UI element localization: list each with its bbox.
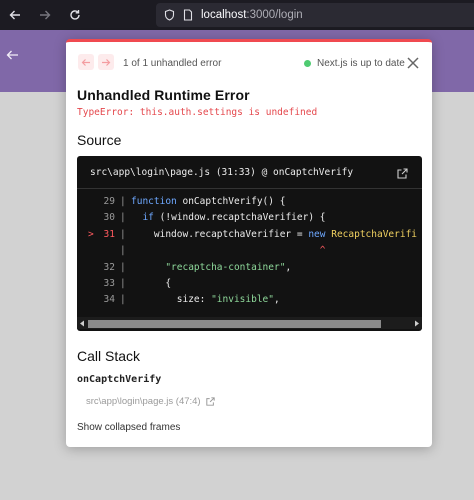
gutter-separator: | xyxy=(120,294,126,306)
gutter-separator: | xyxy=(120,212,126,224)
back-arrow-icon xyxy=(6,50,18,60)
code-line: >31 | window.recaptchaVerifier = new Reca… xyxy=(77,229,422,245)
error-line-marker: > xyxy=(88,228,94,240)
scrollbar-thumb[interactable] xyxy=(88,320,381,328)
gutter-separator: | xyxy=(120,278,126,289)
browser-reload-button[interactable] xyxy=(64,4,86,26)
gutter-separator: | xyxy=(120,245,126,257)
prev-error-button[interactable] xyxy=(78,54,94,70)
browser-toolbar: localhost:3000/login xyxy=(0,0,474,30)
code-text: size: "invisible", xyxy=(131,294,280,306)
open-in-editor-button[interactable] xyxy=(397,166,408,184)
code-text: window.recaptchaVerifier = new Recaptcha… xyxy=(131,228,418,240)
call-stack-heading: Call Stack xyxy=(77,348,141,364)
code-line: | ^ xyxy=(77,245,422,261)
show-collapsed-frames-button[interactable]: Show collapsed frames xyxy=(77,422,180,433)
line-number: 31 xyxy=(103,228,115,240)
error-title: Unhandled Runtime Error xyxy=(77,87,250,103)
scroll-left-icon xyxy=(80,320,84,327)
status-dot xyxy=(304,60,311,67)
code-line: 34 | size: "invisible", xyxy=(77,294,422,310)
line-number: 33 xyxy=(103,278,115,289)
forward-arrow-icon xyxy=(40,10,51,20)
page-icon xyxy=(183,9,193,21)
line-number: 30 xyxy=(103,212,115,224)
stack-frame-location[interactable]: src\app\login\page.js (47:4) xyxy=(86,396,215,407)
scroll-right-icon xyxy=(415,320,419,327)
source-heading: Source xyxy=(77,132,122,148)
url-bar[interactable]: localhost:3000/login xyxy=(156,3,474,27)
code-text: function onCaptchVerify() { xyxy=(131,196,286,207)
code-line: 33 | { xyxy=(77,278,422,294)
line-number: 32 xyxy=(103,261,115,273)
code-frame-file: src\app\login\page.js (31:33) @ onCaptch… xyxy=(90,167,354,178)
external-link-icon xyxy=(205,397,215,406)
page-back-button[interactable] xyxy=(6,48,19,66)
code-line: 29 | function onCaptchVerify() { xyxy=(77,196,422,212)
gutter-separator: | xyxy=(120,196,126,207)
next-error-icon xyxy=(102,58,111,66)
stack-frame-location-text: src\app\login\page.js (47:4) xyxy=(86,396,201,407)
gutter-separator: | xyxy=(120,228,126,240)
code-text: if (!window.recaptchaVerifier) { xyxy=(142,212,326,224)
url-text: localhost:3000/login xyxy=(201,9,303,21)
code-frame-header: src\app\login\page.js (31:33) @ onCaptch… xyxy=(77,156,422,189)
line-number: 29 xyxy=(103,196,115,207)
prev-error-icon xyxy=(81,58,90,66)
back-arrow-icon xyxy=(9,10,20,20)
external-link-icon xyxy=(397,168,408,179)
version-status-text: Next.js is up to date xyxy=(317,58,405,69)
reload-icon xyxy=(70,10,80,20)
browser-back-button[interactable] xyxy=(4,4,26,26)
error-pager xyxy=(78,54,114,70)
stack-frame-function: onCaptchVerify xyxy=(77,374,162,385)
code-horizontal-scrollbar[interactable] xyxy=(77,317,422,329)
error-message: TypeError: this.auth.settings is undefin… xyxy=(77,107,318,118)
dialog-header: 1 of 1 unhandled error Next.js is up to … xyxy=(66,42,432,82)
code-text: "recaptcha-container", xyxy=(165,261,292,273)
code-frame: src\app\login\page.js (31:33) @ onCaptch… xyxy=(77,156,422,331)
url-host: localhost xyxy=(201,9,247,21)
code-text: ^ xyxy=(319,245,326,257)
line-number: 34 xyxy=(103,294,115,306)
error-count: 1 of 1 unhandled error xyxy=(123,58,222,69)
browser-forward-button[interactable] xyxy=(34,4,56,26)
close-icon xyxy=(407,57,419,69)
version-status: Next.js is up to date xyxy=(304,58,405,69)
error-overlay-dialog: 1 of 1 unhandled error Next.js is up to … xyxy=(66,39,432,447)
code-text: { xyxy=(131,278,172,289)
gutter-separator: | xyxy=(120,261,126,273)
close-button[interactable] xyxy=(406,56,420,70)
next-error-button[interactable] xyxy=(98,54,114,70)
code-line: 30 | if (!window.recaptchaVerifier) { xyxy=(77,212,422,228)
shield-icon xyxy=(164,9,175,21)
code-line: 32 | "recaptcha-container", xyxy=(77,262,422,278)
url-path: :3000/login xyxy=(246,9,303,21)
